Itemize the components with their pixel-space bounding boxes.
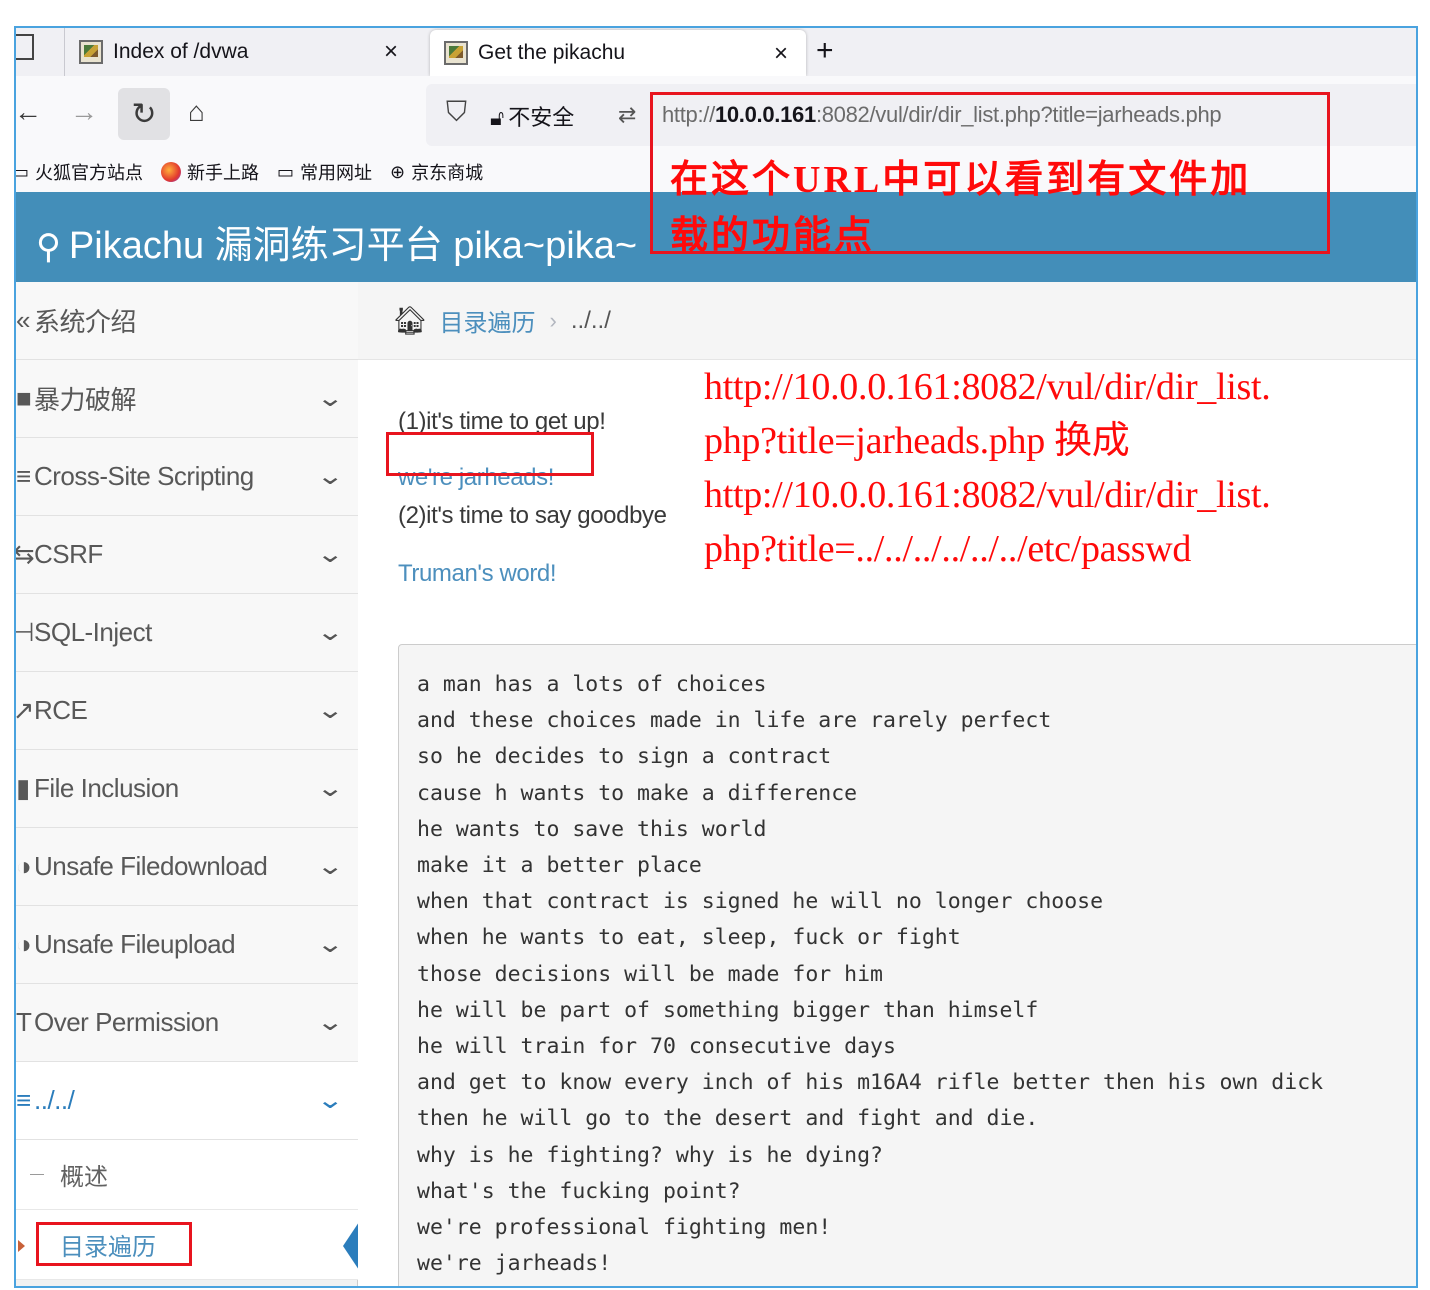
link-annotation-box [386, 432, 594, 476]
menu-icon: ⇆ [16, 539, 34, 570]
globe-icon: ⊕ [390, 161, 406, 182]
home-icon[interactable]: ⌂ [188, 96, 205, 128]
tab-get-the-pikachu[interactable]: Get the pikachu × [430, 30, 806, 76]
menu-icon: » [16, 305, 30, 335]
menu-icon: ◑ [16, 851, 32, 881]
poem-lines: a man has a lots of choices and these cho… [417, 667, 1416, 1282]
menu-item-brute-force[interactable]: ■ 暴力破解 ⌄ [16, 360, 358, 438]
folder-icon: ▭ [277, 161, 295, 182]
poem-line: those decisions will be made for him [417, 961, 883, 987]
menu-icon: ≡ [16, 1085, 31, 1115]
menu-icon: ⊢ [16, 617, 34, 648]
poem-line: so he decides to sign a contract [417, 744, 832, 770]
menu-item-over-permission[interactable]: T Over Permission ⌄ [16, 984, 358, 1062]
menu-item-xss[interactable]: ≡ Cross-Site Scripting ⌄ [16, 438, 358, 516]
connection-status[interactable]: 🔓︎ 不安全 [490, 100, 574, 132]
chevron-down-icon: ⌄ [316, 697, 344, 724]
breadcrumb-separator: › [549, 307, 557, 333]
chevron-down-icon: ⌄ [316, 385, 344, 412]
poem-line: what's the fucking point? [417, 1178, 741, 1204]
current-marker-icon [18, 1240, 25, 1252]
menu-item-csrf[interactable]: ⇆CSRF ⌄ [16, 516, 358, 594]
submenu-item-overview[interactable]: 概述 [16, 1140, 358, 1210]
poem-line: he wants to save this world [417, 816, 767, 842]
tab-index-of-dvwa[interactable]: Index of /dvwa × [64, 28, 416, 76]
back-arrow-icon[interactable]: ← [16, 96, 42, 128]
replace-note: http://10.0.0.161:8082/vul/dir/dir_list.… [704, 366, 1271, 570]
shield-icon[interactable]: ⛉ [446, 96, 467, 129]
tab-bar: Index of /dvwa × Get the pikachu × + [16, 28, 1416, 76]
insecure-lock-icon: 🔓︎ [490, 105, 505, 130]
poem-line: when he wants to eat, sleep, fuck or fig… [417, 925, 961, 951]
poem-line: then he will go to the desert and fight … [417, 1106, 1039, 1132]
menu-item-rce[interactable]: ↗RCE ⌄ [16, 672, 358, 750]
chevron-down-icon: ⌄ [316, 463, 344, 490]
poem-line: when that contract is signed he will no … [417, 889, 1104, 915]
menu-item-unsafe-fileupload[interactable]: ◑ Unsafe Fileupload ⌄ [16, 906, 358, 984]
menu-icon: ■ [16, 383, 32, 413]
menu-icon: T [16, 1007, 32, 1037]
brand-link[interactable]: ⚲ Pikachu 漏洞练习平台 pika~pika~ [36, 214, 637, 269]
favicon-icon [444, 41, 468, 65]
menu-icon: ▮ [16, 773, 30, 803]
poem-line: he will be part of something bigger than… [417, 997, 1039, 1023]
file-content-box: a man has a lots of choices and these cho… [398, 644, 1416, 1286]
truman-link[interactable]: Truman's word! [398, 560, 557, 588]
folder-icon: ▭ [16, 162, 29, 183]
poem-line: why is he fighting? why is he dying? [417, 1142, 883, 1168]
reload-icon: ↻ [131, 97, 157, 131]
close-tab-icon[interactable]: × [384, 38, 398, 66]
menu-icon: ↗ [16, 695, 34, 726]
menu-icon: ≡ [16, 461, 31, 491]
bookmark-common-sites[interactable]: ▭ 常用网址 [277, 159, 372, 185]
url-note: 在这个URL中可以看到有文件加 载的功能点 [670, 159, 1252, 257]
poem-line: make it a better place [417, 853, 702, 879]
chevron-down-icon: ⌄ [316, 541, 344, 568]
browser-window: Index of /dvwa × Get the pikachu × + ← →… [14, 26, 1418, 1288]
active-pointer-icon [343, 1222, 359, 1270]
breadcrumb: 🏠︎ 目录遍历 › ../../ [358, 282, 1416, 360]
submenu-annotation-box [36, 1222, 192, 1266]
chevron-down-icon: ⌄ [316, 1009, 344, 1036]
menu-item-dir-traversal[interactable]: ≡ ../../ ⌄ [16, 1062, 358, 1140]
tab-title: Get the pikachu [478, 41, 626, 64]
chevron-down-icon: ⌄ [316, 1087, 344, 1114]
firefox-icon [161, 162, 182, 182]
bookmark-jd-mall[interactable]: ⊕ 京东商城 [390, 159, 483, 185]
bookmark-getting-started[interactable]: 新手上路 [161, 159, 259, 185]
close-tab-icon[interactable]: × [774, 40, 788, 68]
reload-button[interactable]: ↻ [118, 88, 170, 140]
bookmark-firefox-official[interactable]: ▭火狐官方站点 [16, 159, 143, 185]
poem-line: we're professional fighting men! [417, 1215, 832, 1241]
poem-line: cause h wants to make a difference [417, 780, 858, 806]
breadcrumb-link[interactable]: 目录遍历 [440, 303, 536, 338]
menu-item-unsafe-filedownload[interactable]: ◑ Unsafe Filedownload ⌄ [16, 828, 358, 906]
breadcrumb-current: ../../ [570, 306, 611, 334]
sidebar-toggle-icon[interactable] [16, 34, 34, 60]
favicon-icon [79, 40, 103, 64]
sidebar-menu: »系统介绍 ■暴力破解 ⌄ ≡Cross-Site Scripting ⌄ ⇆C… [16, 282, 359, 1286]
new-tab-button[interactable]: + [816, 34, 834, 68]
content-line-2: (2)it's time to say goodbye [398, 502, 667, 529]
chevron-down-icon: ⌄ [316, 853, 344, 880]
poem-line: and these choices made in life are rarel… [417, 708, 1052, 734]
permissions-icon[interactable]: ⇄ [618, 102, 636, 128]
menu-item-sql-inject[interactable]: ⊢SQL-Inject ⌄ [16, 594, 358, 672]
forward-arrow-icon[interactable]: → [70, 96, 98, 128]
menu-item-system-intro[interactable]: » 系统介绍 [16, 282, 358, 360]
poem-line: he will train for 70 consecutive days [417, 1034, 896, 1060]
poem-line: we're jarheads! [417, 1251, 612, 1277]
poem-line: a man has a lots of choices [417, 672, 767, 697]
tree-dash [30, 1174, 44, 1175]
chevron-down-icon: ⌄ [316, 931, 344, 958]
menu-icon: ◑ [16, 929, 32, 959]
chevron-down-icon: ⌄ [316, 619, 344, 646]
home-icon[interactable]: 🏠︎ [392, 304, 428, 337]
menu-item-file-inclusion[interactable]: ▮ File Inclusion ⌄ [16, 750, 358, 828]
key-icon: ⚲ [36, 228, 61, 266]
chevron-down-icon: ⌄ [316, 775, 344, 802]
tab-title: Index of /dvwa [113, 40, 249, 63]
poem-line: and get to know every inch of his m16A4 … [417, 1070, 1324, 1096]
